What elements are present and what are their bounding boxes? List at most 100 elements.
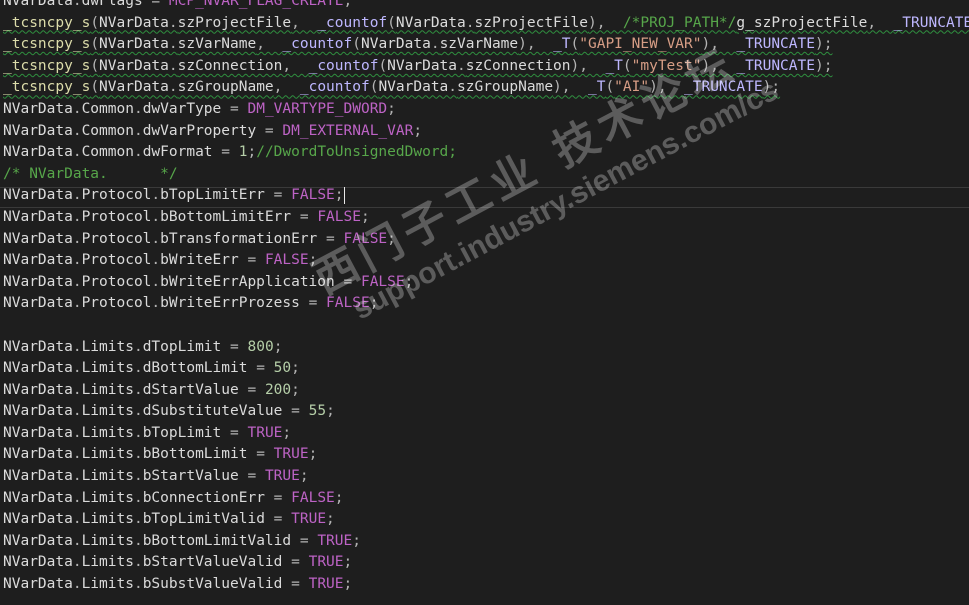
code-line-content: NVarData.Limits.dTopLimit = 800; bbox=[3, 339, 282, 355]
code-line-content: NVarData.Limits.bStartValueValid = TRUE; bbox=[3, 554, 352, 570]
code-token: "myTest" bbox=[631, 57, 702, 74]
code-line-content: NVarData.Limits.dBottomLimit = 50; bbox=[3, 360, 300, 376]
code-token: TRUE bbox=[291, 511, 327, 528]
code-token: Protocol bbox=[81, 187, 152, 204]
code-token: , bbox=[282, 57, 309, 74]
code-token: . bbox=[72, 338, 82, 355]
code-token: ); bbox=[814, 36, 833, 53]
code-token: NVarData bbox=[3, 230, 73, 247]
code-line[interactable]: NVarData.Protocol.bWriteErrProzess = FAL… bbox=[3, 293, 969, 315]
code-token: = bbox=[142, 0, 169, 9]
code-line[interactable]: NVarData.Limits.dTopLimit = 800; bbox=[3, 337, 969, 359]
code-line-content: _tcsncpy_s(NVarData.szConnection, _count… bbox=[3, 58, 832, 74]
code-token: MCP_NVAR_FLAG_CREATE bbox=[168, 0, 344, 9]
code-line[interactable]: NVarData.Protocol.bWriteErr = FALSE; bbox=[3, 250, 969, 272]
code-line[interactable]: NVarData.Protocol.bTopLimitErr = FALSE; bbox=[3, 185, 969, 207]
code-token: ), bbox=[570, 57, 606, 74]
code-line-content: NVarData.Limits.bStartValue = TRUE; bbox=[3, 468, 309, 484]
code-token: dwFlags bbox=[81, 0, 143, 9]
code-token: ), bbox=[587, 14, 623, 31]
code-line-content: NVarData.Limits.bBottomLimitValid = TRUE… bbox=[3, 533, 361, 549]
code-line-content: NVarData.Limits.bBottomLimit = TRUE; bbox=[3, 446, 317, 462]
code-token: ), bbox=[701, 57, 737, 74]
code-token: . bbox=[72, 187, 82, 204]
code-line[interactable]: NVarData.Common.dwFormat = 1;//DwordToUn… bbox=[3, 142, 969, 164]
code-token: NVarData bbox=[3, 532, 73, 549]
code-line[interactable]: NVarData.Limits.dSubstituteValue = 55; bbox=[3, 401, 969, 423]
code-token: FALSE bbox=[264, 252, 309, 269]
code-token: dSubstituteValue bbox=[142, 403, 283, 420]
code-line-content: NVarData.Common.dwVarProperty = DM_EXTER… bbox=[3, 123, 422, 139]
code-token: Limits bbox=[81, 532, 134, 549]
code-token: . bbox=[133, 446, 143, 463]
code-token: 200 bbox=[264, 381, 292, 398]
code-token: bConnectionErr bbox=[142, 489, 265, 506]
code-line[interactable]: NVarData.Common.dwVarProperty = DM_EXTER… bbox=[3, 121, 969, 143]
code-token: . bbox=[72, 100, 82, 117]
code-token: _T bbox=[553, 36, 571, 53]
code-line[interactable]: NVarData.Protocol.bWriteErrApplication =… bbox=[3, 272, 969, 294]
code-token: szGroupName bbox=[457, 79, 554, 96]
code-token: . bbox=[72, 446, 82, 463]
code-token: NVarData bbox=[3, 0, 73, 9]
code-token: NVarData bbox=[387, 57, 458, 74]
code-line[interactable]: NVarData.Limits.dBottomLimit = 50; bbox=[3, 358, 969, 380]
code-token: . bbox=[72, 468, 82, 485]
code-line[interactable]: NVarData.Limits.bStartValue = TRUE; bbox=[3, 466, 969, 488]
code-line[interactable]: _tcsncpy_s(NVarData.szProjectFile, _coun… bbox=[3, 13, 969, 35]
code-token: . bbox=[72, 511, 82, 528]
code-token: . bbox=[72, 0, 82, 9]
code-line[interactable]: NVarData.Limits.bSubstValueValid = TRUE; bbox=[3, 574, 969, 596]
code-line[interactable]: NVarData.Limits.bBottomLimit = TRUE; bbox=[3, 444, 969, 466]
code-token: _TRUNCATE bbox=[736, 36, 815, 53]
code-line[interactable]: NVarData.Limits.bBottomLimitValid = TRUE… bbox=[3, 531, 969, 553]
code-token: . bbox=[151, 273, 161, 290]
code-line[interactable]: _tcsncpy_s(NVarData.szConnection, _count… bbox=[3, 56, 969, 78]
code-token: Protocol bbox=[81, 295, 152, 312]
code-token: NVarData bbox=[99, 57, 169, 74]
code-line[interactable]: NVarData.Limits.bTopLimit = TRUE; bbox=[3, 423, 969, 445]
code-lines[interactable]: NVarData.dwFlags = MCP_NVAR_FLAG_CREATE;… bbox=[3, 0, 969, 596]
code-line[interactable]: NVarData.Limits.dStartValue = 200; bbox=[3, 380, 969, 402]
code-token: ( bbox=[352, 36, 361, 53]
code-token: ; bbox=[273, 338, 283, 355]
code-token: Limits bbox=[81, 511, 134, 528]
code-token: = bbox=[282, 403, 309, 420]
code-token: "AI" bbox=[614, 79, 650, 96]
code-line[interactable]: NVarData.Limits.bStartValueValid = TRUE; bbox=[3, 552, 969, 574]
code-token: = bbox=[212, 144, 239, 161]
code-line[interactable]: NVarData.Limits.bConnectionErr = FALSE; bbox=[3, 488, 969, 510]
code-line[interactable] bbox=[3, 315, 969, 337]
code-token: bTransformationErr bbox=[160, 230, 318, 247]
code-token: . bbox=[151, 187, 161, 204]
code-token: TRUE bbox=[308, 576, 344, 593]
code-token: ; bbox=[387, 100, 396, 117]
code-token: NVarData bbox=[3, 100, 73, 117]
code-token: NVarData bbox=[360, 36, 431, 53]
code-line[interactable]: NVarData.Protocol.bBottomLimitErr = FALS… bbox=[3, 207, 969, 229]
code-token: ; bbox=[352, 532, 361, 549]
code-line-content: NVarData.Protocol.bWriteErrProzess = FAL… bbox=[3, 295, 378, 311]
code-token: Limits bbox=[81, 489, 134, 506]
code-line[interactable]: _tcsncpy_s(NVarData.szVarName, _countof(… bbox=[3, 34, 969, 56]
code-token: . bbox=[133, 122, 143, 139]
code-token: dwFormat bbox=[142, 144, 213, 161]
code-token: ; bbox=[369, 295, 379, 312]
code-token: . bbox=[72, 273, 82, 290]
code-token: Limits bbox=[81, 381, 134, 398]
code-line[interactable]: _tcsncpy_s(NVarData.szGroupName, _counto… bbox=[3, 77, 969, 99]
code-line[interactable]: NVarData.Limits.bTopLimitValid = TRUE; bbox=[3, 509, 969, 531]
code-editor[interactable]: NVarData.dwFlags = MCP_NVAR_FLAG_CREATE;… bbox=[0, 0, 969, 605]
code-line[interactable]: NVarData.Common.dwVarType = DM_VARTYPE_D… bbox=[3, 99, 969, 121]
code-token: = bbox=[238, 381, 265, 398]
code-token: bWriteErr bbox=[160, 252, 239, 269]
code-line[interactable]: /* NVarData. */ bbox=[3, 164, 969, 186]
code-token: NVarData bbox=[3, 554, 73, 571]
code-line[interactable]: NVarData.Protocol.bTransformationErr = F… bbox=[3, 229, 969, 251]
code-token: = bbox=[247, 360, 274, 377]
code-line[interactable]: NVarData.dwFlags = MCP_NVAR_FLAG_CREATE; bbox=[3, 0, 969, 13]
code-token: . bbox=[133, 576, 143, 593]
code-token: NVarData bbox=[99, 36, 169, 53]
code-token: 55 bbox=[308, 403, 327, 420]
code-token: Limits bbox=[81, 360, 134, 377]
